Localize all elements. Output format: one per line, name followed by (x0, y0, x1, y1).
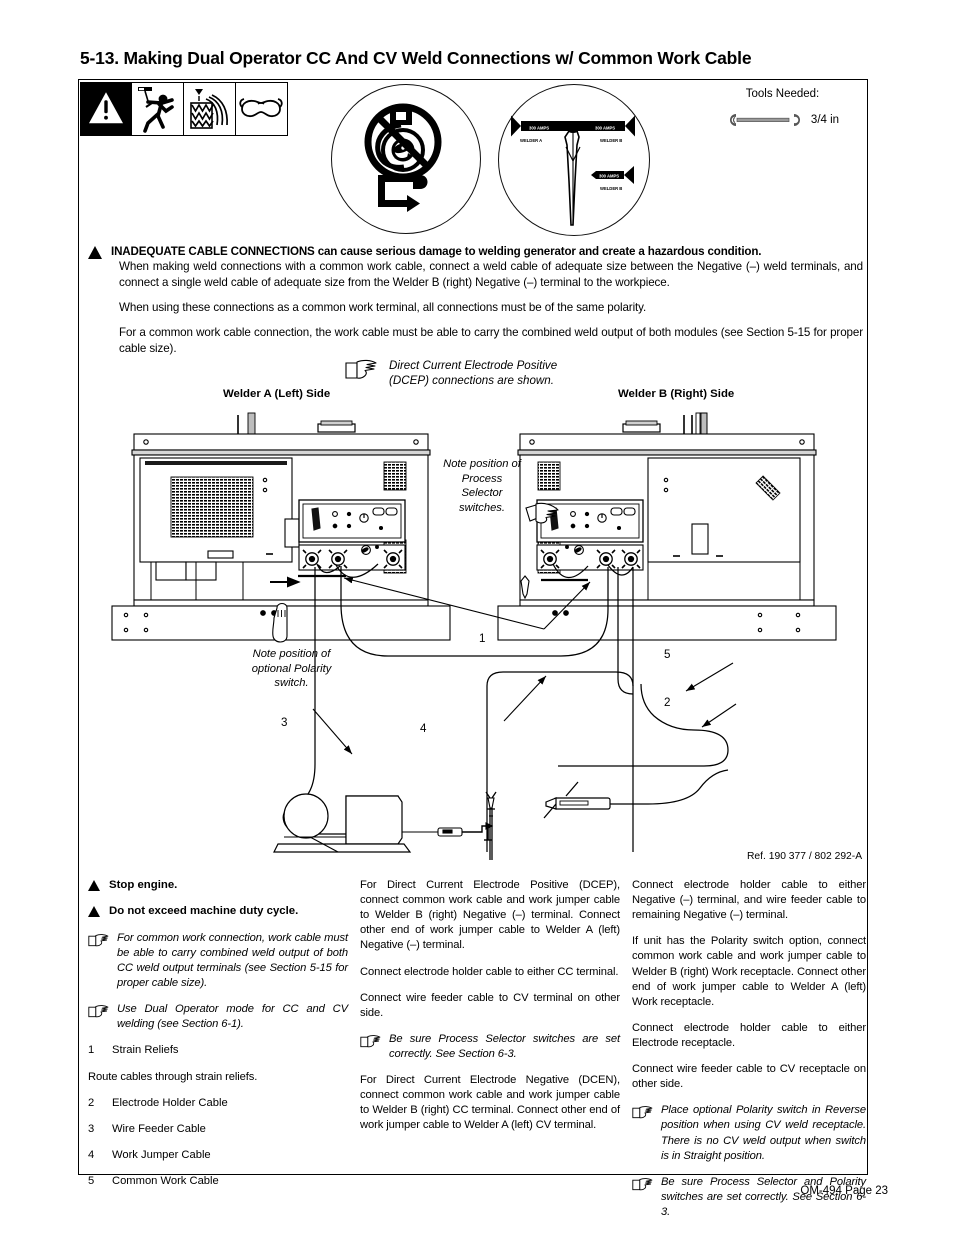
list-item-number: 3 (88, 1122, 95, 1135)
note-common-work-connection-text: For common work connection, work cable m… (117, 931, 348, 990)
list-item-electrode-holder-cable: 2 Electrode Holder Cable (88, 1096, 348, 1111)
callout-1: 1 (479, 632, 486, 645)
manual-page: 5-13. Making Dual Operator CC And CV Wel… (0, 0, 954, 1235)
warning-triangle-icon (80, 82, 132, 136)
welder-b-caption: WELDER B (600, 138, 622, 143)
warning-triangle-icon (88, 906, 100, 918)
mig-gun (437, 822, 494, 841)
list-item-strain-reliefs: 1 Strain Reliefs (88, 1043, 348, 1058)
note-process-selector: Note position of Process Selector switch… (443, 458, 521, 514)
warning-duty-cycle-text: Do not exceed machine duty cycle. (109, 905, 299, 918)
list-item-wire-feeder-cable: 3 Wire Feeder Cable (88, 1122, 348, 1137)
warning-duty-cycle: Do not exceed machine duty cycle. (88, 904, 348, 919)
drawing-reference: Ref. 190 377 / 802 292-A (747, 851, 863, 862)
dcep-instructions: For Direct Current Electrode Positive (D… (360, 879, 620, 952)
no-arc-welding-near-engine-icon (331, 84, 481, 234)
list-item-label: Electrode Holder Cable (112, 1096, 228, 1109)
dcep-note: Direct Current Electrode Positive (DCEP)… (345, 358, 589, 389)
note-polarity-switch: Note position of optional Polarity switc… (251, 648, 332, 690)
wire-feeder-receptacle-instruction: Connect wire feeder cable to CV receptac… (632, 1063, 866, 1091)
list-item-number: 2 (88, 1096, 95, 1109)
pointing-hand-icon (88, 1005, 109, 1018)
leader-3 (312, 708, 353, 755)
welder-b-unit (497, 412, 837, 641)
warning-paragraph-1: When making weld connections with a comm… (119, 260, 863, 290)
wrench-size-label: 3/4 in (810, 114, 840, 126)
warning-block: INADEQUATE CABLE CONNECTIONS can cause s… (88, 244, 863, 357)
warning-stop-engine-text: Stop engine. (109, 879, 178, 891)
wire-feeder-unit (273, 793, 494, 853)
note-common-work-connection: For common work connection, work cable m… (88, 931, 348, 991)
note-dual-operator-mode-text: Use Dual Operator mode for CC and CV wel… (117, 1003, 348, 1031)
list-item-number: 1 (88, 1044, 95, 1057)
pointing-hand-icon (88, 933, 109, 947)
list-item-work-jumper-cable: 4 Work Jumper Cable (88, 1148, 348, 1163)
warning-headline: INADEQUATE CABLE CONNECTIONS can cause s… (111, 245, 762, 258)
note-process-selector-middle: Be sure Process Selector switches are se… (360, 1032, 620, 1062)
warning-paragraph-3: For a common work cable connection, the … (119, 326, 863, 356)
welder-a-side-label: Welder A (Left) Side (223, 388, 331, 400)
note-polarity-reverse: Place optional Polarity switch in Revers… (632, 1103, 866, 1163)
electrode-receptacle-instruction: Connect electrode holder cable to either… (632, 1021, 866, 1049)
leader-5 (685, 662, 734, 692)
list-item-number: 4 (88, 1148, 95, 1161)
leader-2 (701, 703, 737, 728)
welder-a-caption: WELDER A (520, 138, 542, 143)
electric-shock-icon (132, 82, 184, 136)
callout-3: 3 (281, 716, 288, 729)
amps-left-label: 300 AMPS (529, 125, 549, 130)
instruction-columns: Stop engine. Do not exceed machine duty … (88, 878, 866, 1231)
page-footer: OM-494 Page 23 (800, 1185, 888, 1197)
welder-a-unit (111, 412, 451, 643)
welder-b-side-label: Welder B (Right) Side (618, 388, 735, 400)
welder-b-lower-caption: WELDER B (600, 186, 622, 191)
note-process-polarity-switches-text: Be sure Process Selector and Polarity sw… (661, 1175, 866, 1218)
warning-stop-engine: Stop engine. (88, 878, 348, 893)
pointing-hand-icon (632, 1106, 653, 1119)
wire-feeder-cv-instruction: Connect wire feeder cable to CV terminal… (360, 991, 620, 1019)
list-item-label: Work Jumper Cable (112, 1148, 211, 1161)
hot-sparks-icon (184, 82, 236, 136)
note-dual-operator-mode: Use Dual Operator mode for CC and CV wel… (88, 1002, 348, 1032)
route-cables-text: Route cables through strain reliefs. (88, 1070, 258, 1083)
dcen-instructions: For Direct Current Electrode Negative (D… (360, 1074, 620, 1132)
column-right: Connect electrode holder cable to either… (632, 878, 866, 1231)
leader-4 (503, 675, 547, 722)
column-middle: For Direct Current Electrode Positive (D… (360, 878, 632, 1231)
note-process-selector-middle-text: Be sure Process Selector switches are se… (389, 1032, 620, 1060)
pointing-hand-icon (345, 359, 377, 379)
note-process-polarity-switches: Be sure Process Selector and Polarity sw… (632, 1175, 866, 1220)
electrode-holder-cable-path (558, 683, 729, 767)
list-item-label: Wire Feeder Cable (112, 1122, 206, 1135)
electrode-holder-negative-instruction: Connect electrode holder cable to either… (632, 879, 866, 922)
dcep-note-text: Direct Current Electrode Positive (DCEP)… (389, 359, 558, 388)
amps-right-label: 300 AMPS (595, 125, 615, 130)
callout-2: 2 (664, 696, 671, 709)
page-title: 5-13. Making Dual Operator CC And CV Wel… (80, 48, 752, 68)
amps-lower-label: 300 AMPS (599, 174, 619, 179)
warning-paragraph-2: When using these connections as a common… (119, 301, 647, 315)
note-polarity-reverse-text: Place optional Polarity switch in Revers… (661, 1104, 866, 1162)
list-item-label: Strain Reliefs (112, 1044, 179, 1057)
dual-operator-amps-icon: .mt{font:bold 4.2px "Liberation Sans",sa… (498, 84, 650, 236)
column-left: Stop engine. Do not exceed machine duty … (88, 878, 360, 1231)
polarity-switch-option-instruction: If unit has the Polarity switch option, … (632, 935, 866, 1008)
pointing-hand-icon (360, 1034, 381, 1048)
wrench-icon (729, 114, 800, 126)
callout-4: 4 (420, 722, 427, 735)
electrode-holder-cc-instruction: Connect electrode holder cable to either… (360, 965, 619, 978)
warning-triangle-icon (88, 880, 100, 891)
tools-needed-block: Tools Needed: 3/4 in (700, 88, 865, 128)
eye-protection-icon (236, 82, 288, 136)
safety-pictogram-strip (80, 82, 288, 136)
warning-triangle-icon (88, 246, 102, 259)
work-clamp (543, 769, 729, 819)
callout-5: 5 (664, 648, 671, 661)
tools-needed-label: Tools Needed: (745, 88, 820, 100)
